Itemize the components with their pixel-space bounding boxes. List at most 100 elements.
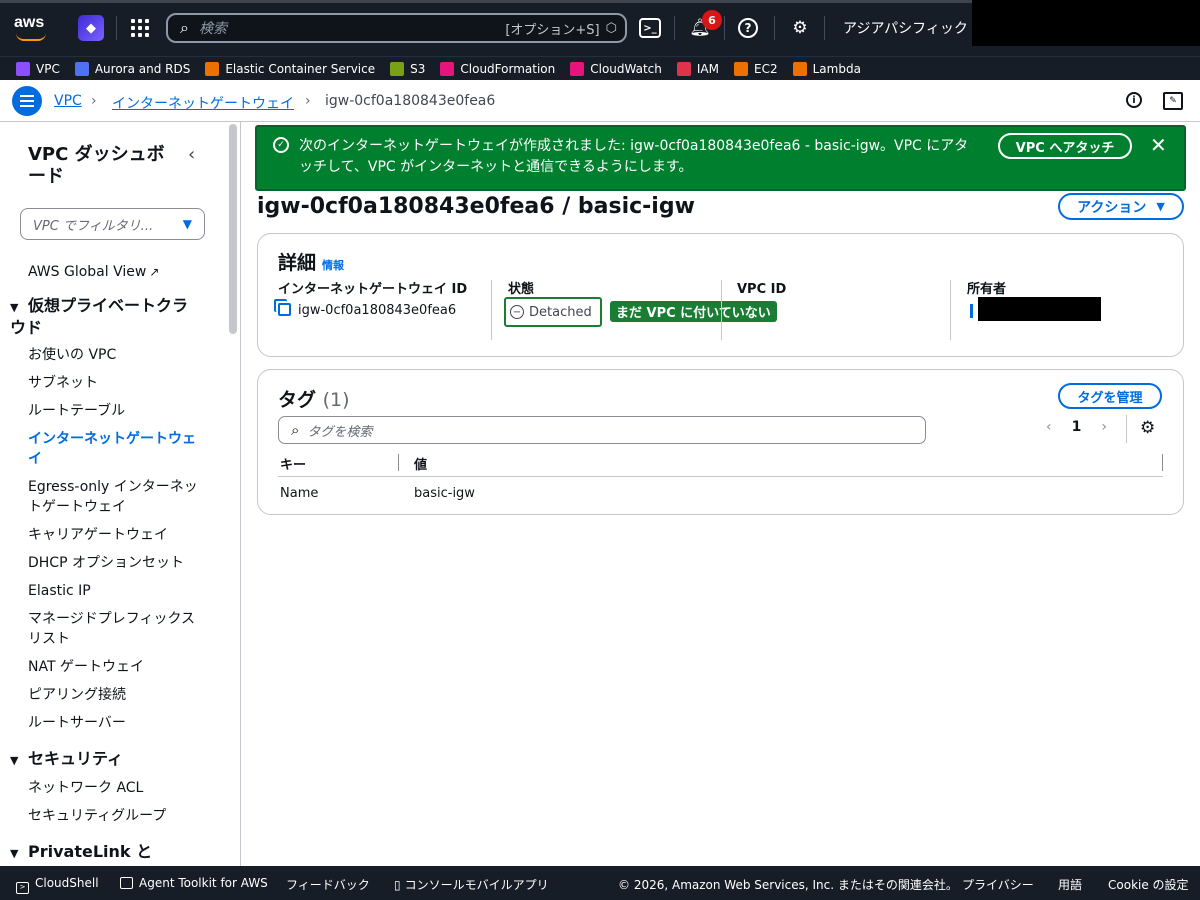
info-icon[interactable]: i — [1126, 92, 1142, 108]
service-icon — [570, 61, 585, 76]
external-link-icon: ↗ — [149, 265, 160, 279]
favorite-cloudformation[interactable]: CloudFormation — [440, 61, 555, 76]
favorite-lambda[interactable]: Lambda — [792, 61, 861, 76]
settings-gear-icon[interactable]: ⚙ — [788, 16, 812, 40]
favorite-elastic-container-service[interactable]: Elastic Container Service — [205, 61, 376, 76]
feedback-icon[interactable]: ✎ — [1163, 92, 1183, 110]
favorite-label: IAM — [696, 61, 719, 76]
sidebar-divider — [240, 122, 241, 866]
sidebar-item-route-tables[interactable]: ルートテーブル — [28, 401, 198, 421]
sidebar-item-internet-gateways[interactable]: インターネットゲートウェイ — [28, 429, 198, 469]
copy-icon[interactable] — [278, 303, 291, 316]
column-resize-handle[interactable] — [398, 454, 399, 471]
search-placeholder: 検索 — [198, 21, 227, 37]
nav-divider — [724, 16, 725, 40]
sidebar-item-egress-only-igw[interactable]: Egress-only インターネットゲートウェイ — [28, 477, 198, 517]
attach-to-vpc-button[interactable]: VPC へアタッチ — [998, 133, 1132, 159]
favorite-vpc[interactable]: VPC — [16, 61, 60, 76]
global-view-label: AWS Global View — [28, 264, 147, 280]
favorite-label: Lambda — [812, 61, 861, 76]
sidebar-item-subnets[interactable]: サブネット — [28, 373, 198, 393]
sidebar-section-vpc[interactable]: ▼ 仮想プライベートクラウド — [10, 296, 200, 338]
aws-smile-icon — [16, 33, 46, 41]
breadcrumb-vpc[interactable]: VPC — [54, 93, 82, 109]
details-container: 詳細 情報 インターネットゲートウェイ ID igw-0cf0a180843e0f… — [257, 233, 1184, 357]
table-preferences-gear-icon[interactable]: ⚙ — [1140, 418, 1155, 438]
sidebar-item-nat-gateways[interactable]: NAT ゲートウェイ — [28, 657, 198, 677]
tag-search-input[interactable]: ⌕ タグを検索 — [278, 416, 926, 444]
sidebar-item-your-vpcs[interactable]: お使いの VPC — [28, 345, 198, 365]
favorite-aurora-and-rds[interactable]: Aurora and RDS — [74, 61, 190, 76]
footer-feedback[interactable]: フィードバック — [286, 876, 370, 893]
manage-tags-button[interactable]: タグを管理 — [1058, 383, 1162, 409]
sidebar-item-network-acl[interactable]: ネットワーク ACL — [28, 778, 198, 798]
column-resize-handle[interactable] — [1162, 454, 1163, 471]
sidebar-section-privatelink[interactable]: ▼PrivateLink と Lattice — [10, 842, 200, 866]
nav-divider — [674, 16, 675, 40]
vpc-id-column: VPC ID — [737, 280, 947, 300]
service-icon — [390, 61, 405, 76]
service-icon — [792, 61, 807, 76]
igw-id-label: インターネットゲートウェイ ID — [278, 282, 468, 297]
sidebar-item-peering[interactable]: ピアリング接続 — [28, 685, 198, 705]
footer-terms[interactable]: 用語 — [1058, 876, 1082, 893]
favorite-label: EC2 — [754, 61, 778, 76]
sidebar-section-security[interactable]: ▼ セキュリティ — [10, 749, 200, 771]
sidebar-item-carrier-gateways[interactable]: キャリアゲートウェイ — [28, 525, 198, 545]
favorite-cloudwatch[interactable]: CloudWatch — [570, 61, 662, 76]
footer-privacy[interactable]: プライバシー — [962, 876, 1034, 893]
footer-agent-toolkit[interactable]: Agent Toolkit for AWS — [120, 876, 268, 890]
favorite-iam[interactable]: IAM — [676, 61, 719, 76]
breadcrumb-internet-gateways[interactable]: インターネットゲートウェイ — [112, 93, 294, 113]
next-page-icon[interactable]: › — [1101, 419, 1107, 435]
expand-triangle-icon: ▼ — [10, 847, 19, 860]
prev-page-icon[interactable]: ‹ — [1046, 419, 1052, 435]
footer-cookie-settings[interactable]: Cookie の設定 — [1108, 876, 1189, 893]
favorite-label: Elastic Container Service — [225, 61, 376, 76]
sidebar-navigation: VPC ダッシュボード ‹ VPC でフィルタリ... ▼ AWS Global… — [0, 122, 228, 866]
sidebar-item-elastic-ip[interactable]: Elastic IP — [28, 581, 198, 601]
sidebar-item-security-groups[interactable]: セキュリティグループ — [28, 806, 198, 826]
sidebar-item-dhcp-options[interactable]: DHCP オプションセット — [28, 553, 198, 573]
table-cell-value: basic-igw — [414, 486, 475, 501]
details-info-link[interactable]: 情報 — [322, 259, 344, 272]
cloudshell-icon[interactable]: >_ — [639, 18, 661, 38]
details-heading-text: 詳細 — [278, 252, 317, 274]
current-page-number[interactable]: 1 — [1072, 419, 1082, 435]
redacted-owner-value — [978, 297, 1101, 321]
close-icon[interactable]: ✕ — [1150, 133, 1167, 157]
aws-logo[interactable]: aws — [14, 14, 54, 42]
favorite-ec2[interactable]: EC2 — [734, 61, 778, 76]
services-grid-icon[interactable] — [131, 19, 149, 37]
favorite-label: VPC — [36, 61, 60, 76]
search-shortcut: [オプション+S] — [505, 22, 600, 38]
copy-icon[interactable] — [970, 304, 976, 318]
column-header-value[interactable]: 値 — [414, 454, 427, 473]
vpc-filter-select[interactable]: VPC でフィルタリ... ▼ — [20, 208, 205, 240]
help-icon[interactable]: ? — [738, 18, 758, 38]
section-privatelink-label: PrivateLink と Lattice — [10, 842, 153, 866]
actions-dropdown-button[interactable]: アクション ▼ — [1058, 193, 1184, 220]
amazon-q-icon[interactable]: ◆ — [78, 15, 104, 41]
global-search-input[interactable]: ⌕ 検索 [オプション+S] ⬡ — [166, 13, 627, 43]
collapse-sidebar-icon[interactable]: ‹ — [188, 144, 195, 165]
breadcrumb-bar: VPC › インターネットゲートウェイ › igw-0cf0a180843e0f… — [0, 80, 1200, 122]
sidebar-item-route-servers[interactable]: ルートサーバー — [28, 713, 198, 733]
search-icon: ⌕ — [291, 421, 300, 439]
igw-id-value-row: igw-0cf0a180843e0fea6 — [278, 302, 488, 318]
sidebar-item-global-view[interactable]: AWS Global View ↗ — [28, 262, 198, 282]
nav-divider — [774, 16, 775, 40]
footer-mobile-app[interactable]: ▯ コンソールモバイルアプリ — [394, 876, 549, 893]
toolkit-icon — [120, 877, 133, 889]
table-header-divider — [278, 476, 1163, 477]
column-header-key[interactable]: キー — [280, 454, 306, 473]
service-icon — [734, 61, 748, 76]
column-divider — [491, 280, 492, 340]
menu-toggle-button[interactable] — [12, 86, 42, 116]
favorite-s3[interactable]: S3 — [390, 61, 425, 76]
vpc-id-label: VPC ID — [737, 282, 787, 297]
service-icon — [16, 61, 30, 76]
footer-cloudshell[interactable]: > CloudShell — [16, 876, 99, 894]
sidebar-item-prefix-lists[interactable]: マネージドプレフィックスリスト — [28, 609, 198, 649]
sidebar-scrollbar[interactable] — [229, 124, 237, 334]
